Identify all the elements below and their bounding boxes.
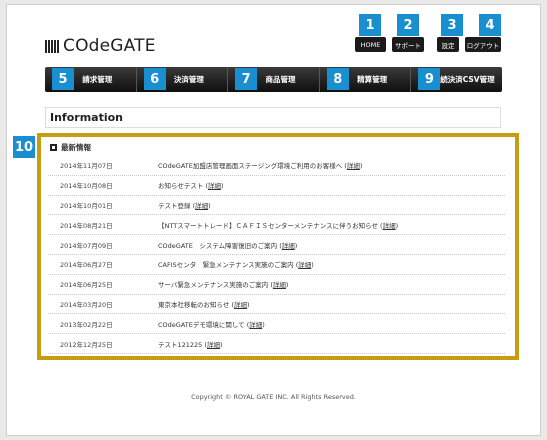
news-row: 2014年03月20日 東京本社移転のお知らせ (詳細) <box>48 295 505 315</box>
site-logo[interactable]: COdeGATE <box>45 36 156 56</box>
logout-button[interactable]: ログアウト <box>465 37 501 52</box>
nav-settlement-label: 精算管理 <box>357 75 388 84</box>
latest-news-title-text: 最新情報 <box>61 143 91 152</box>
nav-products-label: 商品管理 <box>265 75 296 84</box>
logo-bars-icon <box>45 39 59 53</box>
news-date: 2013年02月22日 <box>60 320 113 329</box>
news-date: 2014年10月01日 <box>60 201 113 210</box>
topnav-badge-1: 1 <box>359 14 381 36</box>
topnav-badge-4: 4 <box>479 14 501 36</box>
news-row: 2014年10月08日 お知らせテスト (詳細) <box>48 176 505 196</box>
nav-badge-5: 5 <box>52 68 74 90</box>
news-title-text: COdeGATEデモ環境に関して <box>158 320 245 329</box>
news-title-text: COdeGATE システム障害復旧のご案内 <box>158 241 278 250</box>
main-nav: 5 請求管理 6 決済管理 7 商品管理 8 精算管理 9 継続決済CSV管理 <box>45 67 502 92</box>
nav-products[interactable]: 7 商品管理 <box>227 67 319 92</box>
news-detail-link[interactable]: 詳細 <box>208 182 221 190</box>
news-text: COdeGATE加盟店管理画面ステージング環境ご利用のお客様へ (詳細) <box>158 162 363 171</box>
news-date: 2014年10月08日 <box>60 182 113 191</box>
section-square-icon <box>50 144 57 151</box>
nav-recurring-csv-label: 継続決済CSV管理 <box>432 75 495 84</box>
news-detail-link[interactable]: 詳細 <box>273 281 286 289</box>
news-text: 東京本社移転のお知らせ (詳細) <box>158 300 250 309</box>
news-title-text: サーバ緊急メンテナンス実施のご案内 <box>158 281 269 290</box>
news-text: COdeGATEデモ環境に関して (詳細) <box>158 320 265 329</box>
nav-badge-6: 6 <box>143 68 166 90</box>
news-text: テスト登録 (詳細) <box>158 201 211 210</box>
nav-badge-7: 7 <box>235 68 258 90</box>
news-detail-link[interactable]: 詳細 <box>234 301 247 309</box>
news-row: 2014年06月27日 CAFISセンタ 緊急メンテナンス実施のご案内 (詳細) <box>48 255 505 275</box>
support-button[interactable]: サポート <box>392 37 424 52</box>
news-date: 2014年06月25日 <box>60 281 113 290</box>
news-title-text: 【NTTスマートトレード】ＣＡＦＩＳセンターメンテナンスに伴うお知らせ <box>158 221 378 230</box>
news-row: 2014年10月01日 テスト登録 (詳細) <box>48 196 505 216</box>
news-row: 2014年07月09日 COdeGATE システム障害復旧のご案内 (詳細) <box>48 235 505 255</box>
news-date: 2014年11月07日 <box>60 162 113 171</box>
nav-billing[interactable]: 5 請求管理 <box>45 67 136 92</box>
news-text: COdeGATE システム障害復旧のご案内 (詳細) <box>158 241 298 250</box>
news-date: 2014年08月21日 <box>60 221 113 230</box>
information-heading: Information <box>45 107 501 128</box>
topnav-badge-3: 3 <box>441 14 463 36</box>
news-title-text: CAFISセンタ 緊急メンテナンス実施のご案内 <box>158 261 294 270</box>
settings-button[interactable]: 設定 <box>437 37 459 52</box>
latest-news-title: 最新情報 <box>50 142 91 153</box>
news-detail-link[interactable]: 詳細 <box>282 242 295 250</box>
news-text: CAFISセンタ 緊急メンテナンス実施のご案内 (詳細) <box>158 261 314 270</box>
latest-news-panel: 最新情報 2014年11月07日 COdeGATE加盟店管理画面ステージング環境ご… <box>37 133 519 360</box>
news-date: 2014年06月27日 <box>60 261 113 270</box>
nav-recurring-csv[interactable]: 9 継続決済CSV管理 <box>410 67 502 92</box>
news-badge-10: 10 <box>13 136 35 158</box>
news-detail-link[interactable]: 詳細 <box>249 321 262 329</box>
news-row: 2012年12月25日 テスト121225 (詳細) <box>48 334 505 354</box>
news-detail-link[interactable]: 詳細 <box>207 341 220 349</box>
news-row: 2014年08月21日 【NTTスマートトレード】ＣＡＦＩＳセンターメンテナンスに… <box>48 215 505 236</box>
news-list: 2014年11月07日 COdeGATE加盟店管理画面ステージング環境ご利用のお客… <box>48 156 505 354</box>
news-detail-link[interactable]: 詳細 <box>298 261 311 269</box>
news-text: サーバ緊急メンテナンス実施のご案内 (詳細) <box>158 281 289 290</box>
footer-copyright: Copyright © ROYAL GATE INC. All Rights R… <box>191 393 356 401</box>
news-title-text: COdeGATE加盟店管理画面ステージング環境ご利用のお客様へ <box>158 162 343 171</box>
nav-payment-label: 決済管理 <box>173 75 204 84</box>
nav-badge-9: 9 <box>418 68 441 90</box>
news-row: 2013年02月22日 COdeGATEデモ環境に関して (詳細) <box>48 314 505 335</box>
news-date: 2014年03月20日 <box>60 300 113 309</box>
news-row: 2014年06月25日 サーバ緊急メンテナンス実施のご案内 (詳細) <box>48 275 505 295</box>
news-detail-link[interactable]: 詳細 <box>383 222 396 230</box>
news-title-text: 東京本社移転のお知らせ <box>158 300 230 309</box>
news-date: 2012年12月25日 <box>60 340 113 349</box>
news-row: 2014年11月07日 COdeGATE加盟店管理画面ステージング環境ご利用のお客… <box>48 156 505 176</box>
news-title-text: テスト登録 <box>158 201 191 210</box>
nav-settlement[interactable]: 8 精算管理 <box>318 67 411 92</box>
home-button[interactable]: HOME <box>355 37 386 52</box>
news-detail-link[interactable]: 詳細 <box>195 202 208 210</box>
nav-billing-label: 請求管理 <box>82 75 113 84</box>
news-text: お知らせテスト (詳細) <box>158 182 224 191</box>
nav-badge-8: 8 <box>326 68 349 90</box>
news-text: テスト121225 (詳細) <box>158 340 223 349</box>
topnav-badge-2: 2 <box>397 14 419 36</box>
news-text: 【NTTスマートトレード】ＣＡＦＩＳセンターメンテナンスに伴うお知らせ (詳細) <box>158 221 399 230</box>
logo-text: COdeGATE <box>63 36 156 56</box>
news-date: 2014年07月09日 <box>60 241 113 250</box>
nav-payment[interactable]: 6 決済管理 <box>135 67 228 92</box>
news-title-text: テスト121225 <box>158 340 203 349</box>
news-detail-link[interactable]: 詳細 <box>347 162 360 170</box>
news-title-text: お知らせテスト <box>158 182 204 191</box>
